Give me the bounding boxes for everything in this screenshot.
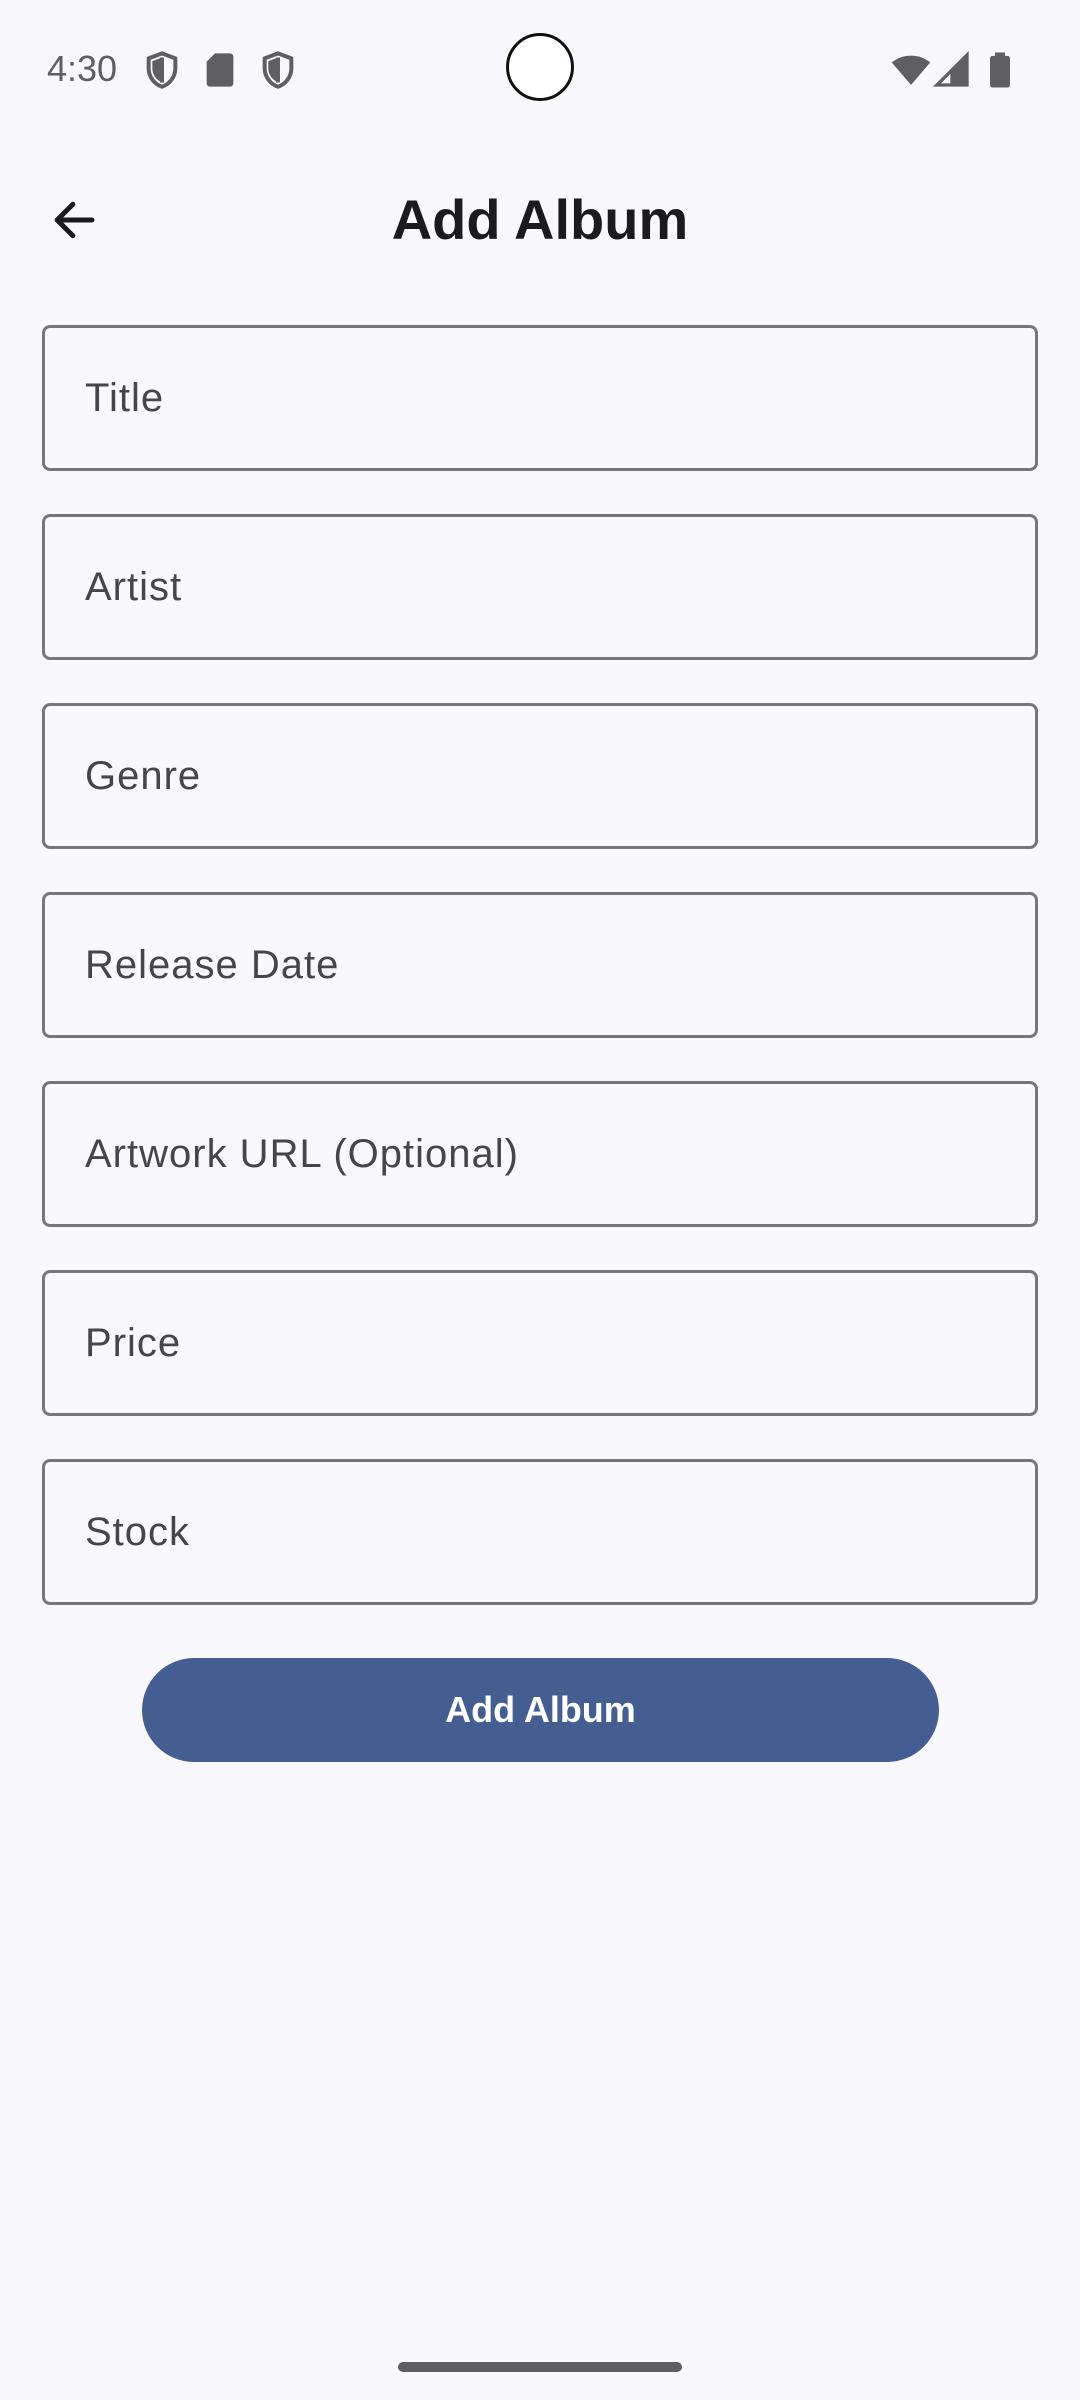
sd-card-icon [200,50,240,90]
top-app-bar: Add Album [0,160,1080,280]
gesture-nav-handle[interactable] [398,2362,682,2372]
title-input[interactable] [45,328,1035,468]
genre-field[interactable] [42,703,1038,849]
page-title: Add Album [391,188,689,251]
genre-input[interactable] [45,706,1035,846]
status-bar: 4:30 [0,0,1080,132]
price-input[interactable] [45,1273,1035,1413]
shield-icon [258,50,298,90]
title-field[interactable] [42,325,1038,471]
artwork-url-field[interactable] [42,1081,1038,1227]
status-time: 4:30 [47,48,118,89]
artist-input[interactable] [45,517,1035,657]
battery-icon [980,50,1020,90]
shield-icon [142,50,182,90]
stock-input[interactable] [45,1462,1035,1602]
wifi-icon [890,50,932,90]
artist-field[interactable] [42,514,1038,660]
camera-cutout [506,33,574,101]
cellular-signal-icon [932,50,972,90]
add-album-form [42,325,1038,1648]
release-date-input[interactable] [45,895,1035,1035]
release-date-field[interactable] [42,892,1038,1038]
add-album-button[interactable]: Add Album [142,1658,939,1762]
artwork-url-input[interactable] [45,1084,1035,1224]
price-field[interactable] [42,1270,1038,1416]
stock-field[interactable] [42,1459,1038,1605]
